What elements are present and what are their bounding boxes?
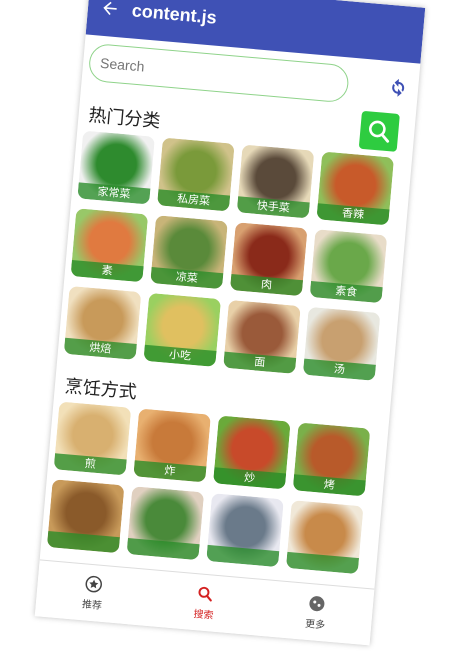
category-tile[interactable]: 小吃: [143, 292, 222, 367]
page-title: content.js: [131, 0, 218, 28]
category-tile[interactable]: 私房菜: [157, 137, 235, 212]
method-tile[interactable]: [46, 479, 125, 554]
method-tile[interactable]: [285, 500, 364, 575]
bottom-navigation: 推荐搜索更多: [34, 559, 375, 646]
nav-item-0[interactable]: 推荐: [81, 574, 104, 612]
nav-label: 更多: [304, 618, 326, 632]
nav-item-1[interactable]: 搜索: [193, 584, 216, 622]
category-grid: 家常菜 私房菜 快手菜 香辣素凉菜肉素食烘焙 小吃面汤: [63, 130, 395, 381]
nav-label: 推荐: [81, 599, 103, 612]
screenshot-stage: content.js 热门分类 家常菜私房菜快手菜香辣素凉菜肉素食烘焙小吃面汤 …: [0, 0, 449, 654]
category-tile[interactable]: 面: [223, 299, 301, 374]
category-tile[interactable]: 家常菜: [77, 130, 155, 205]
back-arrow-icon[interactable]: [86, 0, 135, 38]
search-icon: [369, 120, 390, 143]
method-tile[interactable]: 炸: [133, 408, 211, 483]
category-tile[interactable]: 烘焙: [63, 285, 142, 360]
nav-item-2[interactable]: 更多: [304, 594, 328, 632]
search-input[interactable]: [97, 53, 283, 88]
category-tile[interactable]: 肉: [229, 222, 308, 297]
method-tile[interactable]: [206, 493, 284, 568]
category-tile[interactable]: 素: [70, 208, 149, 283]
more-icon: [307, 594, 327, 616]
category-tile[interactable]: 素食: [309, 229, 388, 304]
category-tile[interactable]: 快手菜: [236, 144, 315, 219]
refresh-icon[interactable]: [385, 75, 411, 101]
star-circle-icon: [84, 574, 104, 596]
search-button[interactable]: [358, 110, 400, 152]
method-tile[interactable]: 烤: [292, 422, 371, 497]
search-icon: [195, 584, 215, 606]
phone-screen: content.js 热门分类 家常菜私房菜快手菜香辣素凉菜肉素食烘焙小吃面汤 …: [34, 0, 426, 646]
method-tile[interactable]: 炒: [213, 415, 291, 490]
method-tile[interactable]: 煎: [53, 401, 132, 476]
section-title-categories: 热门分类: [87, 104, 162, 133]
category-tile[interactable]: 汤: [302, 306, 381, 381]
method-tile[interactable]: [126, 486, 205, 561]
nav-label: 搜索: [193, 608, 214, 622]
category-tile[interactable]: 凉菜: [150, 215, 228, 290]
category-tile[interactable]: 香辣: [316, 151, 395, 226]
section-title-methods: 烹饪方式: [63, 375, 138, 404]
cooking-method-grid: 煎炸炒烤: [46, 401, 371, 575]
